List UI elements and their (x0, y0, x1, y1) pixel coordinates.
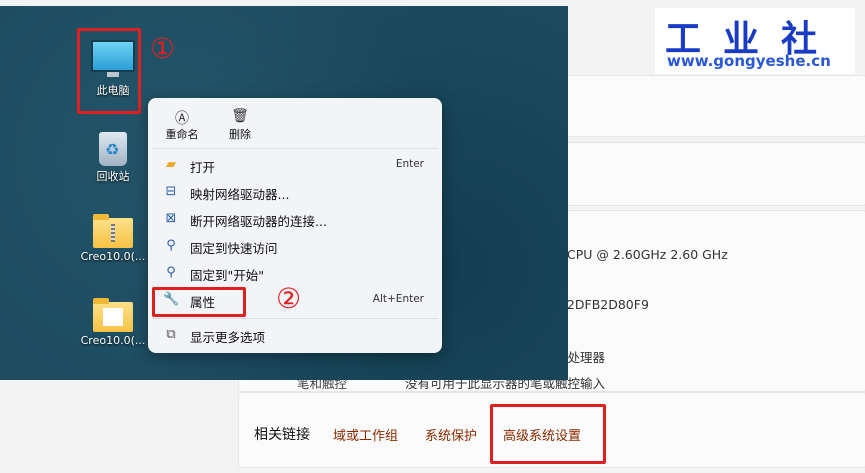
link-domain-workgroup[interactable]: 域或工作组 (333, 425, 398, 444)
menu-item-label: 固定到"开始" (190, 268, 264, 283)
desktop-icon-recycle-bin[interactable]: 回收站 (78, 132, 148, 184)
recycle-bin-icon (99, 132, 127, 166)
more-options-icon: ⧉ (166, 327, 176, 342)
menu-item-more-options[interactable]: ⧉ 显示更多选项 (154, 323, 436, 347)
menu-shortcut: Alt+Enter (372, 293, 424, 305)
desktop-icon-creo-2[interactable]: Creo10.0(... (78, 298, 148, 347)
desktop-icon-label: Creo10.0(... (80, 334, 146, 347)
rename-label: 重命名 (165, 128, 199, 141)
zip-folder-icon (93, 214, 133, 248)
menu-divider (152, 318, 438, 319)
menu-shortcut: Enter (395, 158, 424, 170)
highlight-advanced-settings (490, 404, 606, 464)
folder-icon (93, 298, 133, 332)
related-links-label: 相关链接 (254, 427, 310, 443)
menu-item-open[interactable]: ▰ 打开 Enter (154, 153, 436, 177)
menu-item-label: 显示更多选项 (190, 330, 266, 345)
pin-start-icon: ⚲ (166, 265, 176, 280)
highlight-this-pc (77, 28, 141, 114)
menu-item-label: 固定到快速访问 (190, 241, 278, 256)
menu-item-pin-quick-access[interactable]: ⚲ 固定到快速访问 (154, 234, 436, 258)
settings-card (540, 142, 865, 206)
menu-item-label: 打开 (190, 160, 216, 175)
desktop-icon-label: Creo10.0(... (80, 250, 146, 263)
rename-button[interactable]: Ⓐ 重命名 (162, 108, 202, 142)
network-drive-icon: ⊟ (165, 184, 177, 199)
step-marker-2: ② (276, 282, 302, 315)
desktop-icon-label: 回收站 (96, 170, 130, 183)
trash-icon: 🗑 (231, 108, 249, 124)
desktop-icon-creo-1[interactable]: Creo10.0(... (78, 214, 148, 263)
cpu-spec: CPU @ 2.60GHz 2.60 GHz (567, 247, 728, 262)
disconnect-drive-icon: ⊠ (165, 211, 177, 226)
logo-url: www.gongyeshe.cn (667, 52, 831, 70)
pin-icon: ⚲ (166, 238, 176, 253)
menu-item-disconnect-drive[interactable]: ⊠ 断开网络驱动器的连接... (154, 207, 436, 231)
menu-item-map-drive[interactable]: ⊟ 映射网络驱动器... (154, 180, 436, 204)
delete-label: 删除 (229, 128, 251, 141)
rename-icon: Ⓐ (175, 111, 189, 127)
menu-item-label: 映射网络驱动器... (190, 187, 290, 202)
folder-open-icon: ▰ (166, 157, 176, 172)
highlight-properties (152, 287, 246, 317)
settings-card (540, 75, 865, 137)
step-marker-1: ① (150, 32, 176, 65)
delete-button[interactable]: 🗑 删除 (220, 108, 260, 142)
watermark-logo: 工业社 www.gongyeshe.cn (655, 8, 855, 74)
menu-divider (152, 148, 438, 149)
link-system-protection[interactable]: 系统保护 (425, 425, 477, 444)
menu-item-label: 断开网络驱动器的连接... (190, 214, 327, 229)
